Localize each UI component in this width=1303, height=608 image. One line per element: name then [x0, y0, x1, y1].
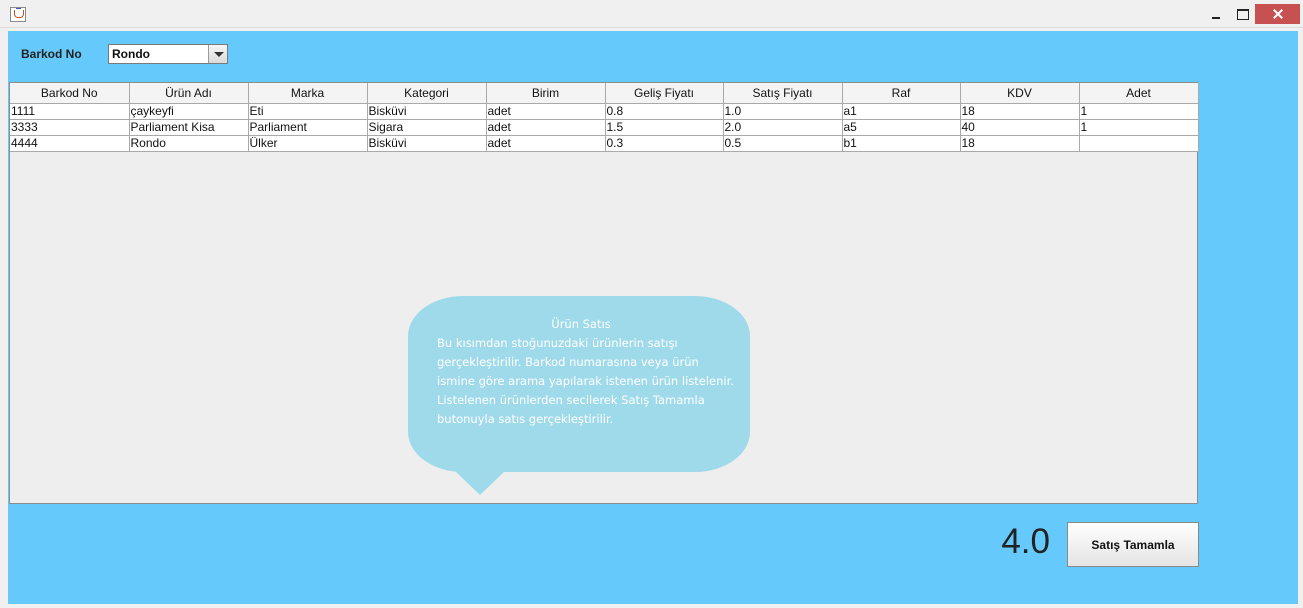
tooltip-title: Ürün Satıs — [551, 317, 611, 331]
table-cell[interactable]: a5 — [842, 119, 961, 136]
column-header[interactable]: Birim — [486, 83, 606, 104]
table-row[interactable]: 3333 Parliament Kisa Parliament Sigara adet 1… — [10, 119, 1199, 136]
column-header[interactable]: Raf — [842, 83, 961, 104]
total-amount: 4.0 — [1001, 522, 1050, 561]
table-cell[interactable]: 1111 — [10, 103, 130, 120]
combobox-selected-value: Rondo — [112, 47, 150, 61]
table-cell[interactable]: çaykeyfi — [129, 103, 249, 120]
table-cell[interactable] — [1079, 135, 1199, 152]
table-cell[interactable]: 0.8 — [605, 103, 724, 120]
table-cell[interactable]: Rondo — [129, 135, 249, 152]
table-cell[interactable]: Eti — [248, 103, 368, 120]
column-header[interactable]: Satış Fiyatı — [723, 83, 843, 104]
table-cell[interactable]: adet — [486, 103, 606, 120]
table-cell[interactable]: 18 — [960, 103, 1080, 120]
table-cell[interactable]: 2.0 — [723, 119, 843, 136]
close-icon[interactable] — [1255, 4, 1300, 24]
column-header[interactable]: Barkod No — [10, 83, 130, 104]
complete-sale-button[interactable]: Satış Tamamla — [1067, 522, 1199, 567]
table-cell[interactable]: Parliament Kisa — [129, 119, 249, 136]
table-cell[interactable]: 1.5 — [605, 119, 724, 136]
table-cell[interactable]: 0.3 — [605, 135, 724, 152]
barcode-combobox[interactable]: Rondo — [108, 44, 228, 64]
column-header[interactable]: Ürün Adı — [129, 83, 249, 104]
table-header-row: Barkod No Ürün Adı Marka Kategori Birim Geliş… — [10, 83, 1199, 104]
table-cell[interactable]: Bisküvi — [367, 103, 487, 120]
table-cell[interactable]: adet — [486, 119, 606, 136]
column-header[interactable]: Adet — [1079, 83, 1199, 104]
tooltip-text: Bu kısımdan stoğunuzdaki ürünlerin satış… — [437, 336, 734, 426]
table-cell[interactable]: a1 — [842, 103, 961, 120]
table-row[interactable]: 4444 Rondo Ülker Bisküvi adet 0.3 0.5 b1 18 — [10, 135, 1199, 152]
table-body: 1111 çaykeyfi Eti Bisküvi adet 0.8 1.0 a1 18 1 333… — [10, 103, 1199, 152]
table-cell[interactable]: Ülker — [248, 135, 368, 152]
tooltip-tail — [455, 471, 505, 495]
java-coffee-icon — [10, 7, 26, 22]
table-cell[interactable]: Parliament — [248, 119, 368, 136]
column-header[interactable]: KDV — [960, 83, 1080, 104]
table-cell[interactable]: 1 — [1079, 119, 1199, 136]
table-cell[interactable]: Bisküvi — [367, 135, 487, 152]
table-cell[interactable]: 40 — [960, 119, 1080, 136]
table-cell[interactable]: adet — [486, 135, 606, 152]
chevron-down-icon[interactable] — [208, 45, 227, 63]
table-cell[interactable]: 4444 — [10, 135, 130, 152]
table-row[interactable]: 1111 çaykeyfi Eti Bisküvi adet 0.8 1.0 a1 18 1 — [10, 103, 1199, 120]
barcode-filter-label: Barkod No — [21, 47, 82, 61]
table-cell[interactable]: Sigara — [367, 119, 487, 136]
table-cell[interactable]: 1.0 — [723, 103, 843, 120]
column-header[interactable]: Kategori — [367, 83, 487, 104]
table-cell[interactable]: 0.5 — [723, 135, 843, 152]
column-header[interactable]: Marka — [248, 83, 368, 104]
table-cell[interactable]: 18 — [960, 135, 1080, 152]
minimize-icon[interactable] — [1203, 4, 1229, 24]
title-bar — [0, 0, 1303, 28]
table-cell[interactable]: 3333 — [10, 119, 130, 136]
table-cell[interactable]: b1 — [842, 135, 961, 152]
table-cell[interactable]: 1 — [1079, 103, 1199, 120]
maximize-icon[interactable] — [1229, 4, 1255, 24]
column-header[interactable]: Geliş Fiyatı — [605, 83, 724, 104]
help-tooltip-bubble: Ürün Satıs Bu kısımdan stoğunuzdaki ürün… — [408, 296, 750, 472]
